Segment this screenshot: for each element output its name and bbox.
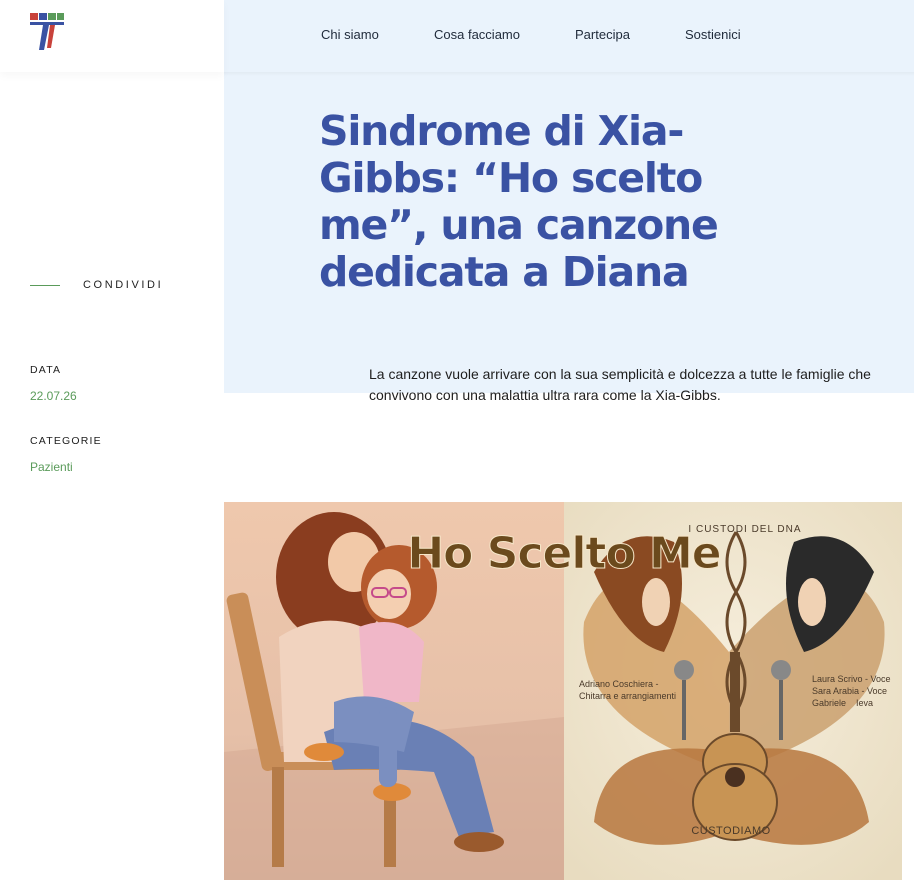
nav-sostienici[interactable]: Sostienici [685, 27, 741, 42]
cover-credit-right-3: Gabriele [812, 698, 846, 708]
cover-footer-text: CUSTODIAMO [691, 825, 770, 837]
cover-credit-right-2: Sara Arabia - Voce [812, 686, 887, 696]
nav-chi-siamo[interactable]: Chi siamo [321, 27, 379, 42]
logo-icon [30, 13, 64, 50]
cover-credit-left-2: Chitarra e arrangiamenti [579, 691, 676, 701]
article-lead: La canzone vuole arrivare con la sua sem… [369, 366, 871, 403]
article-cover-image: I CUSTODI DEL DNA Adriano Coschiera - Ch… [224, 502, 902, 880]
cover-credit-left-1: Adriano Coschiera - [579, 679, 659, 689]
article-title: Sindrome di Xia-Gibbs: “Ho scelto me”, u… [319, 107, 719, 296]
share-control[interactable]: CONDIVIDI [30, 278, 163, 292]
cover-illustration: I CUSTODI DEL DNA Adriano Coschiera - Ch… [224, 502, 902, 880]
cover-credit-right-4: Ieva [856, 698, 873, 708]
cover-headline: Ho Scelto Me [407, 528, 720, 579]
category-link[interactable]: Pazienti [30, 460, 73, 474]
nav-partecipa[interactable]: Partecipa [575, 27, 630, 42]
date-label: DATA [30, 364, 62, 376]
site-logo[interactable] [28, 10, 66, 52]
categories-label: CATEGORIE [30, 435, 102, 447]
share-label[interactable]: CONDIVIDI [83, 279, 163, 291]
date-value: 22.07.26 [30, 389, 77, 403]
nav-cosa-facciamo[interactable]: Cosa facciamo [434, 27, 520, 42]
cover-credit-right-1: Laura Scrivo - Voce [812, 674, 891, 684]
header-divider [224, 72, 914, 76]
share-line-decoration [30, 284, 60, 286]
